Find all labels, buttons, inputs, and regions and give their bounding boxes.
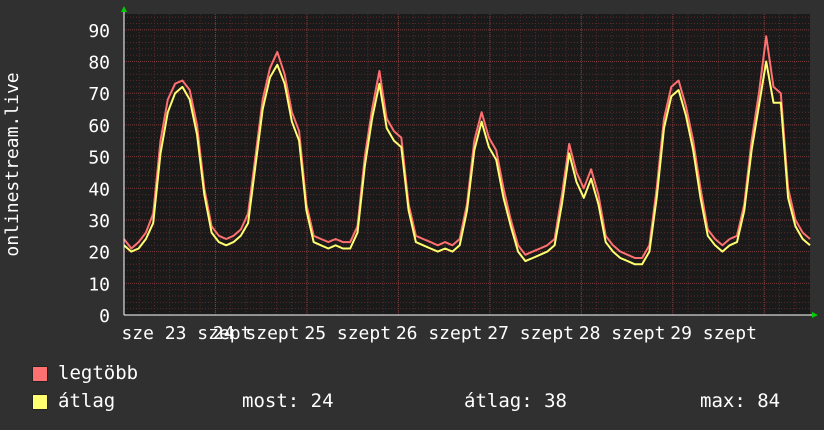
x-tick-label: 25 szept [304,323,391,344]
legend-row-max: legtöbb [32,362,812,390]
chart: 0 10 20 30 40 50 60 70 80 90 sze 23 szept24 szept… [2,6,818,344]
max-swatch [32,366,48,382]
legend: legtöbb átlag most: 24 átlag: 38 max: 84 [32,362,812,418]
y-tick-label: 60 [88,116,110,137]
x-tick-label: 29 szept [670,323,757,344]
x-axis: sze 23 szept24 szept 25 szept 26 szept 27 s… [121,323,757,344]
y-tick-label: 0 [99,306,110,327]
y-axis-title: onlinestream.live [2,72,23,256]
x-tick-label: 27 szept [487,323,574,344]
x-tick-label: 28 szept [579,323,666,344]
stat-avg: átlag: 38 [464,390,567,412]
stat-max: max: 84 [700,390,781,412]
y-tick-label: 20 [88,243,110,264]
stat-now: most: 24 [242,390,334,412]
y-tick-label: 80 [88,53,110,74]
y-axis: 0 10 20 30 40 50 60 70 80 90 [88,21,110,327]
y-tick-label: 30 [88,211,110,232]
avg-series-label: átlag [58,390,116,412]
legend-row-avg: átlag most: 24 átlag: 38 max: 84 [32,390,812,418]
y-tick-label: 50 [88,148,110,169]
y-tick-label: 10 [88,274,110,295]
x-tick-label: 26 szept [396,323,483,344]
y-tick-label: 40 [88,179,110,200]
x-tick-label: 24 szept [213,323,300,344]
avg-swatch [32,394,48,410]
y-axis-arrow [121,6,127,12]
y-tick-label: 70 [88,84,110,105]
max-series-label: legtöbb [58,362,139,384]
plot-area [124,14,810,315]
y-tick-label: 90 [88,21,110,42]
x-axis-arrow [812,312,818,318]
